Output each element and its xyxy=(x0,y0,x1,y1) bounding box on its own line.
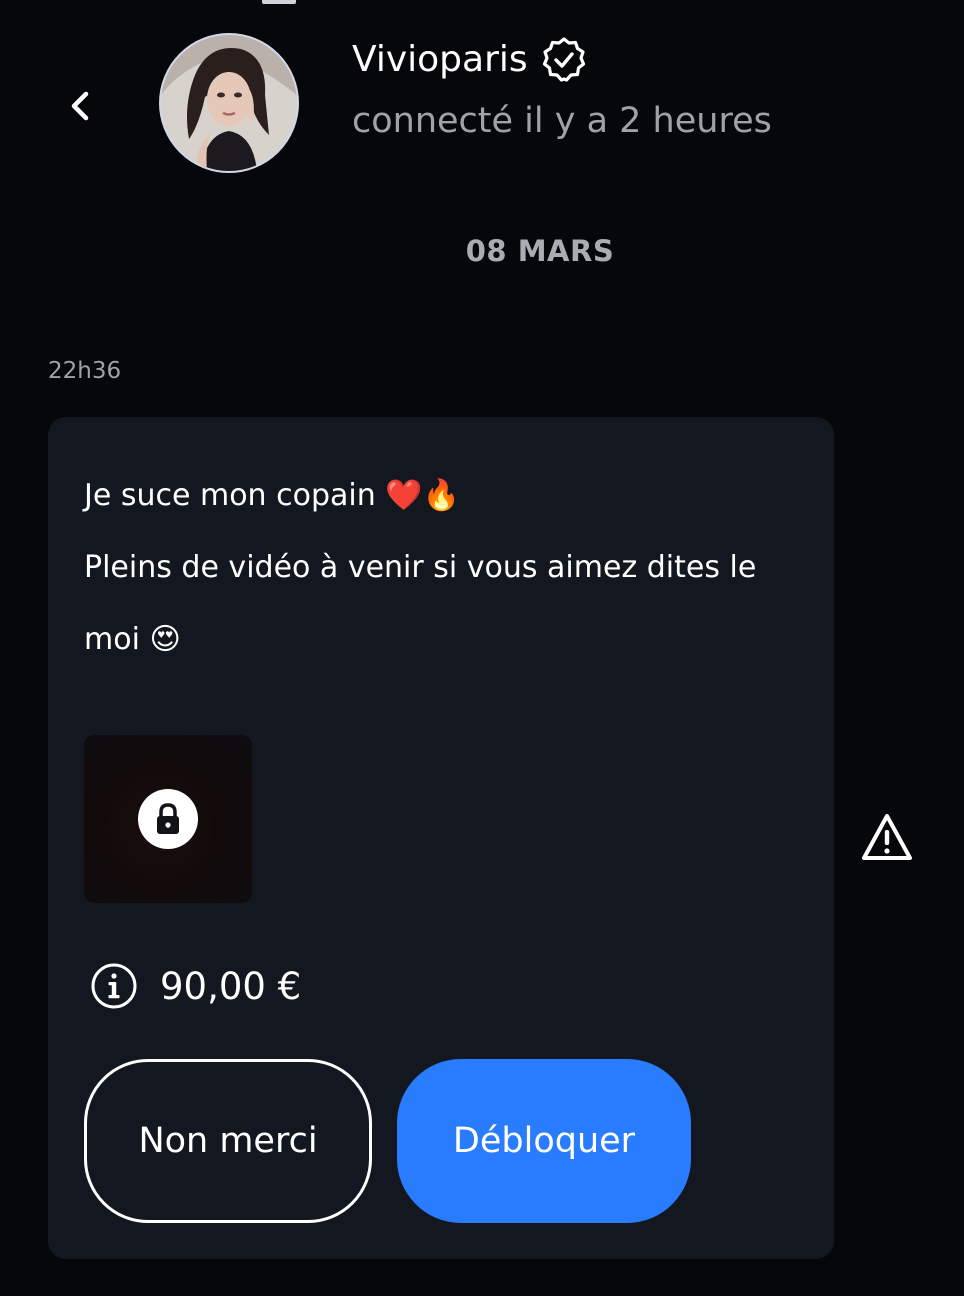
avatar[interactable] xyxy=(159,33,299,173)
last-seen-status: connecté il y a 2 heures xyxy=(352,101,772,141)
chat-screen: Vivioparis connecté il y a 2 heures 08 M… xyxy=(0,0,964,1296)
lock-badge xyxy=(138,789,198,849)
info-icon[interactable] xyxy=(90,962,138,1010)
price-value: 90,00 € xyxy=(160,964,302,1008)
back-button[interactable] xyxy=(56,80,104,132)
lock-icon xyxy=(157,803,179,834)
warning-icon xyxy=(862,814,912,860)
unlock-button[interactable]: Débloquer xyxy=(397,1059,691,1223)
decline-button[interactable]: Non merci xyxy=(84,1059,372,1223)
message-line: Je suce mon copain ❤️🔥 xyxy=(84,478,460,513)
report-button[interactable] xyxy=(860,812,914,864)
profile-photo xyxy=(161,35,297,171)
status-bar-indicator xyxy=(262,0,296,4)
message-text: Je suce mon copain ❤️🔥 Pleins de vidéo à… xyxy=(84,460,784,676)
locked-media-thumbnail[interactable] xyxy=(84,735,252,903)
date-separator: 08 MARS xyxy=(0,234,964,268)
date-label: 08 MARS xyxy=(465,234,615,268)
user-name-row[interactable]: Vivioparis xyxy=(352,36,588,84)
price-row: 90,00 € xyxy=(90,962,301,1010)
message-line: Pleins de vidéo à venir si vous aimez di… xyxy=(84,550,757,657)
verified-badge-icon xyxy=(540,36,588,84)
message-timestamp: 22h36 xyxy=(48,358,122,384)
chevron-left-icon xyxy=(71,91,89,121)
user-name: Vivioparis xyxy=(352,39,528,80)
